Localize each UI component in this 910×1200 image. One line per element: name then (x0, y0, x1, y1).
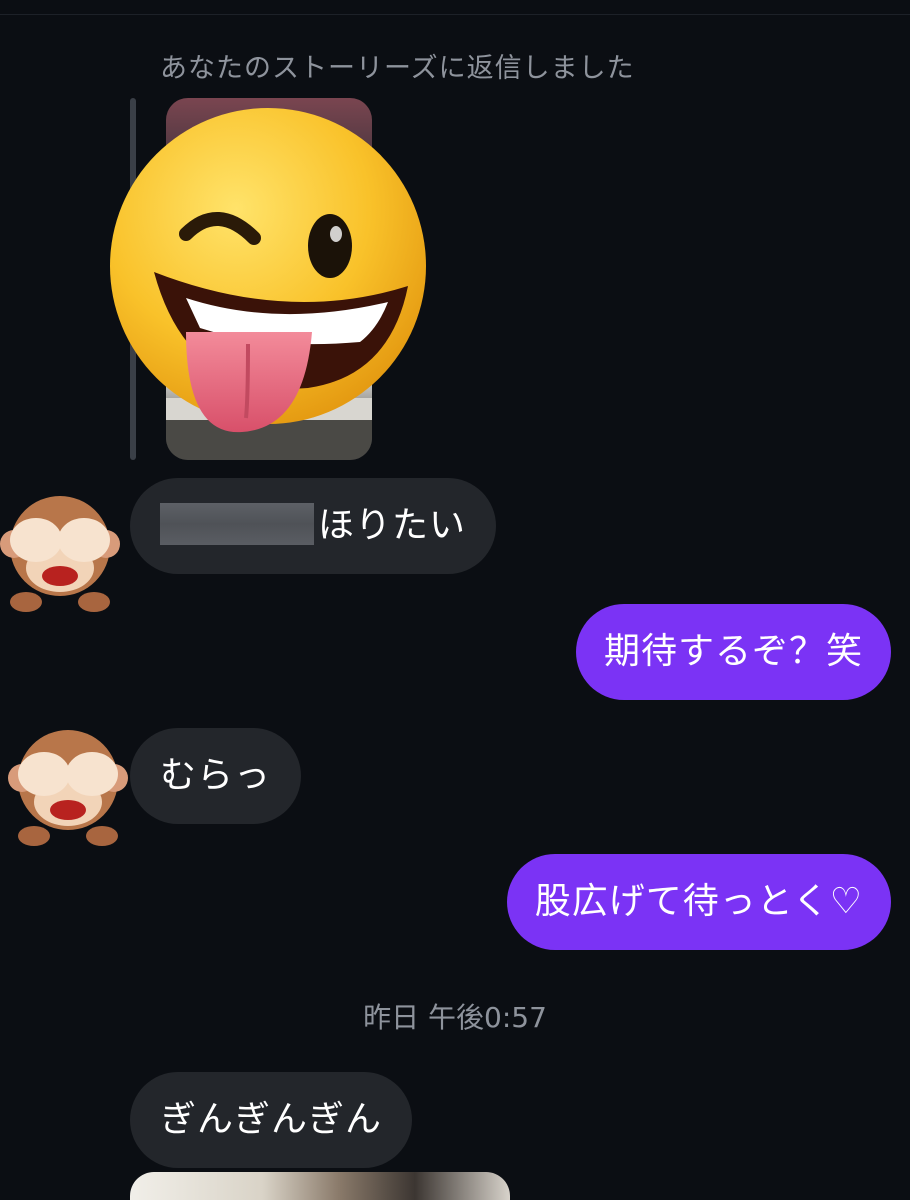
message-text: むらっ (160, 755, 272, 796)
message-bubble-received[interactable]: ほりたい (130, 478, 497, 574)
message-bubble-received[interactable]: むらっ (130, 728, 302, 824)
message-text: ほりたい (318, 505, 467, 546)
message-text: 期待するぞ？笑 (603, 631, 863, 672)
story-reply-caption: あなたのストーリーズに返信しました (160, 53, 635, 84)
message-bubble-sent[interactable]: 期待するぞ？笑 (575, 604, 891, 700)
message-bubble-received[interactable]: ぎんぎんぎん (130, 1072, 413, 1168)
redacted-text (160, 503, 314, 545)
dm-thread: あなたのストーリーズに返信しました ほりたい 期待するぞ？笑 むらっ 股広げて待… (0, 0, 910, 1200)
media-message-preview[interactable] (130, 1172, 510, 1200)
message-timestamp: 昨日 午後0:57 (363, 1001, 547, 1034)
see-no-evil-monkey-icon[interactable] (0, 484, 124, 612)
header-divider (0, 14, 910, 15)
message-text: ぎんぎんぎん (160, 1099, 383, 1140)
winking-face-with-tongue-emoji-icon (110, 108, 426, 433)
message-bubble-sent[interactable]: 股広げて待っとく♡ (506, 854, 891, 950)
see-no-evil-monkey-icon[interactable] (4, 718, 132, 846)
message-text: 股広げて待っとく♡ (534, 881, 863, 922)
